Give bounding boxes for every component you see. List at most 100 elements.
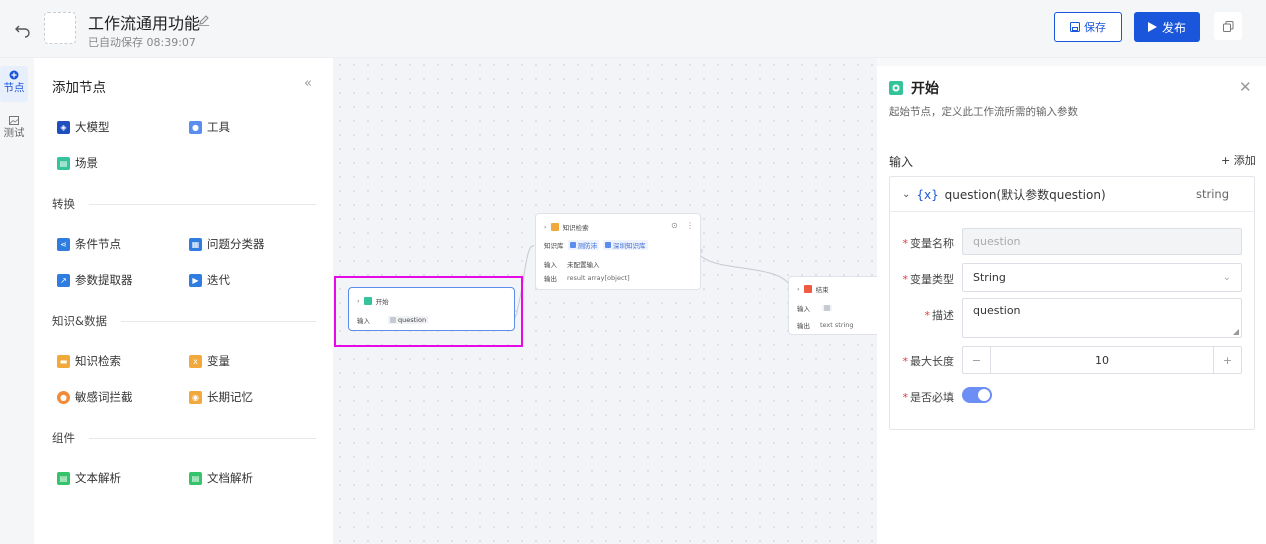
- kb-chip: 测防沛: [567, 240, 599, 250]
- start-node[interactable]: › 开始 输入 question: [348, 287, 515, 331]
- node-item-sensitive[interactable]: ● 敏感词拦截: [57, 389, 133, 405]
- edge-knowledge-end: [697, 252, 790, 285]
- var-name-label: * 变量名称: [902, 237, 955, 250]
- memory-icon: ◉: [189, 390, 202, 404]
- undo-icon[interactable]: [14, 20, 32, 38]
- select-value: String: [973, 271, 1006, 284]
- tool-icon: ●: [189, 120, 202, 134]
- end-node[interactable]: › 结束 输入 输出 text string: [788, 276, 877, 335]
- plus-icon[interactable]: +: [1213, 347, 1241, 373]
- knowledge-icon: [550, 223, 559, 231]
- start-icon: [889, 81, 903, 95]
- left-rail: 节点 测试: [0, 58, 34, 544]
- node-item-llm[interactable]: ◈ 大模型: [57, 119, 110, 135]
- minus-icon[interactable]: −: [963, 347, 991, 373]
- chevron-down-icon[interactable]: ⌄: [902, 189, 910, 200]
- branch-icon: ⋖: [57, 237, 70, 251]
- input-row: 输入 未配置输入: [544, 259, 600, 269]
- node-item-scene[interactable]: ▤ 场景: [57, 155, 98, 171]
- model-icon: ◈: [57, 120, 70, 134]
- variable-name: {x} question(默认参数question): [916, 187, 1106, 202]
- maxlen-value[interactable]: 10: [991, 354, 1213, 367]
- node-item-variable[interactable]: x 变量: [189, 353, 230, 369]
- publish-button[interactable]: 发布: [1134, 12, 1200, 42]
- save-icon: [1070, 22, 1080, 32]
- chevron-right-icon[interactable]: ›: [797, 285, 800, 293]
- node-item-condition[interactable]: ⋖ 条件节点: [57, 236, 121, 252]
- rail-label: 测试: [3, 127, 25, 139]
- settings-icon[interactable]: ⊙: [671, 221, 678, 230]
- chevron-down-icon: ⌄: [1222, 272, 1231, 283]
- node-label: 工具: [207, 120, 230, 134]
- var-type-select[interactable]: String ⌄: [962, 263, 1242, 292]
- variable-card: ⌄ {x} question(默认参数question) string * 变量名…: [889, 176, 1255, 430]
- add-node-panel: 添加节点 « ◈ 大模型 ● 工具 ▤ 场景 转换 ⋖ 条件节点 ▦ 问题分类器…: [34, 58, 333, 544]
- desc-textarea[interactable]: question ◢: [962, 298, 1242, 338]
- panel-title-text: 开始: [911, 81, 939, 97]
- add-input-button[interactable]: + 添加: [1221, 152, 1256, 168]
- autosave-status: 已自动保存 08:39:07: [88, 36, 196, 49]
- kb-label: 知识库: [544, 242, 564, 250]
- node-item-knowledge[interactable]: ▬ 知识检索: [57, 353, 121, 369]
- app-logo: [44, 12, 76, 44]
- node-item-doc-parse[interactable]: ▤ 文档解析: [189, 470, 253, 486]
- node-item-text-parse[interactable]: ▤ 文本解析: [57, 470, 121, 486]
- output-row: 输出 text string: [797, 320, 854, 330]
- var-type-label: * 变量类型: [902, 273, 955, 286]
- required-toggle[interactable]: [962, 387, 992, 403]
- node-label: 条件节点: [75, 237, 121, 251]
- input-label: 输入: [544, 261, 557, 269]
- input-row: 输入: [797, 303, 832, 313]
- variable-header[interactable]: ⌄ {x} question(默认参数question) string: [890, 177, 1254, 212]
- collapse-icon[interactable]: «: [304, 76, 312, 91]
- var-name-input[interactable]: question: [962, 228, 1242, 255]
- node-header: › 开始: [357, 296, 389, 306]
- node-label: 长期记忆: [207, 390, 253, 404]
- copy-icon: [1222, 20, 1233, 32]
- input-label: 输入: [357, 317, 370, 325]
- kb-row: 知识库 测防沛 深圳知识库: [544, 240, 648, 250]
- category-title: 知识&数据: [52, 314, 107, 328]
- panel-title: 开始: [889, 78, 939, 98]
- node-item-iterate[interactable]: ▶ 迭代: [189, 272, 230, 288]
- node-label: 知识检索: [75, 354, 121, 368]
- save-button[interactable]: 保存: [1054, 12, 1122, 42]
- rail-item-test[interactable]: 测试: [0, 116, 28, 146]
- node-label: 问题分类器: [207, 237, 265, 251]
- category-knowledge-data: 知识&数据: [52, 313, 316, 329]
- iterate-icon: ▶: [189, 273, 202, 287]
- rail-item-nodes[interactable]: 节点: [0, 66, 28, 102]
- node-label: 大模型: [75, 120, 110, 134]
- more-icon[interactable]: ⋮: [686, 221, 694, 230]
- copy-button[interactable]: [1214, 12, 1242, 40]
- kb-chip: 深圳知识库: [603, 240, 648, 250]
- node-label: 场景: [75, 156, 98, 170]
- text-parse-icon: ▤: [57, 471, 70, 485]
- node-item-memory[interactable]: ◉ 长期记忆: [189, 389, 253, 405]
- required-label: * 是否必填: [902, 391, 955, 404]
- plus-circle-icon: [9, 70, 19, 80]
- end-icon: [803, 285, 812, 293]
- maxlen-label: * 最大长度: [902, 355, 955, 368]
- workflow-canvas[interactable]: › 开始 输入 question › 知识检索 ⊙ ⋮ 知识库 测防沛 深圳知识…: [333, 58, 877, 544]
- edit-icon[interactable]: [198, 14, 210, 26]
- extractor-icon: ↗: [57, 273, 70, 287]
- node-item-classifier[interactable]: ▦ 问题分类器: [189, 236, 265, 252]
- output-label: 输出: [797, 322, 810, 330]
- output-label: 输出: [544, 275, 557, 283]
- output-value: text string: [820, 321, 854, 329]
- node-title: 结束: [815, 286, 829, 294]
- maxlen-stepper[interactable]: − 10 +: [962, 346, 1242, 374]
- start-icon: [363, 297, 372, 305]
- node-item-extractor[interactable]: ↗ 参数提取器: [57, 272, 133, 288]
- chevron-right-icon[interactable]: ›: [357, 297, 360, 305]
- output-value: result array[object]: [567, 274, 630, 282]
- close-icon[interactable]: ✕: [1239, 78, 1252, 96]
- input-value: 未配置输入: [567, 261, 600, 269]
- input-label: 输入: [797, 305, 810, 313]
- input-chip: question: [388, 316, 429, 324]
- chevron-right-icon[interactable]: ›: [544, 223, 547, 231]
- resize-handle-icon[interactable]: ◢: [1233, 327, 1239, 336]
- node-item-tool[interactable]: ● 工具: [189, 119, 230, 135]
- knowledge-node[interactable]: › 知识检索 ⊙ ⋮ 知识库 测防沛 深圳知识库 输入 未配置输入 输出 res…: [535, 213, 701, 290]
